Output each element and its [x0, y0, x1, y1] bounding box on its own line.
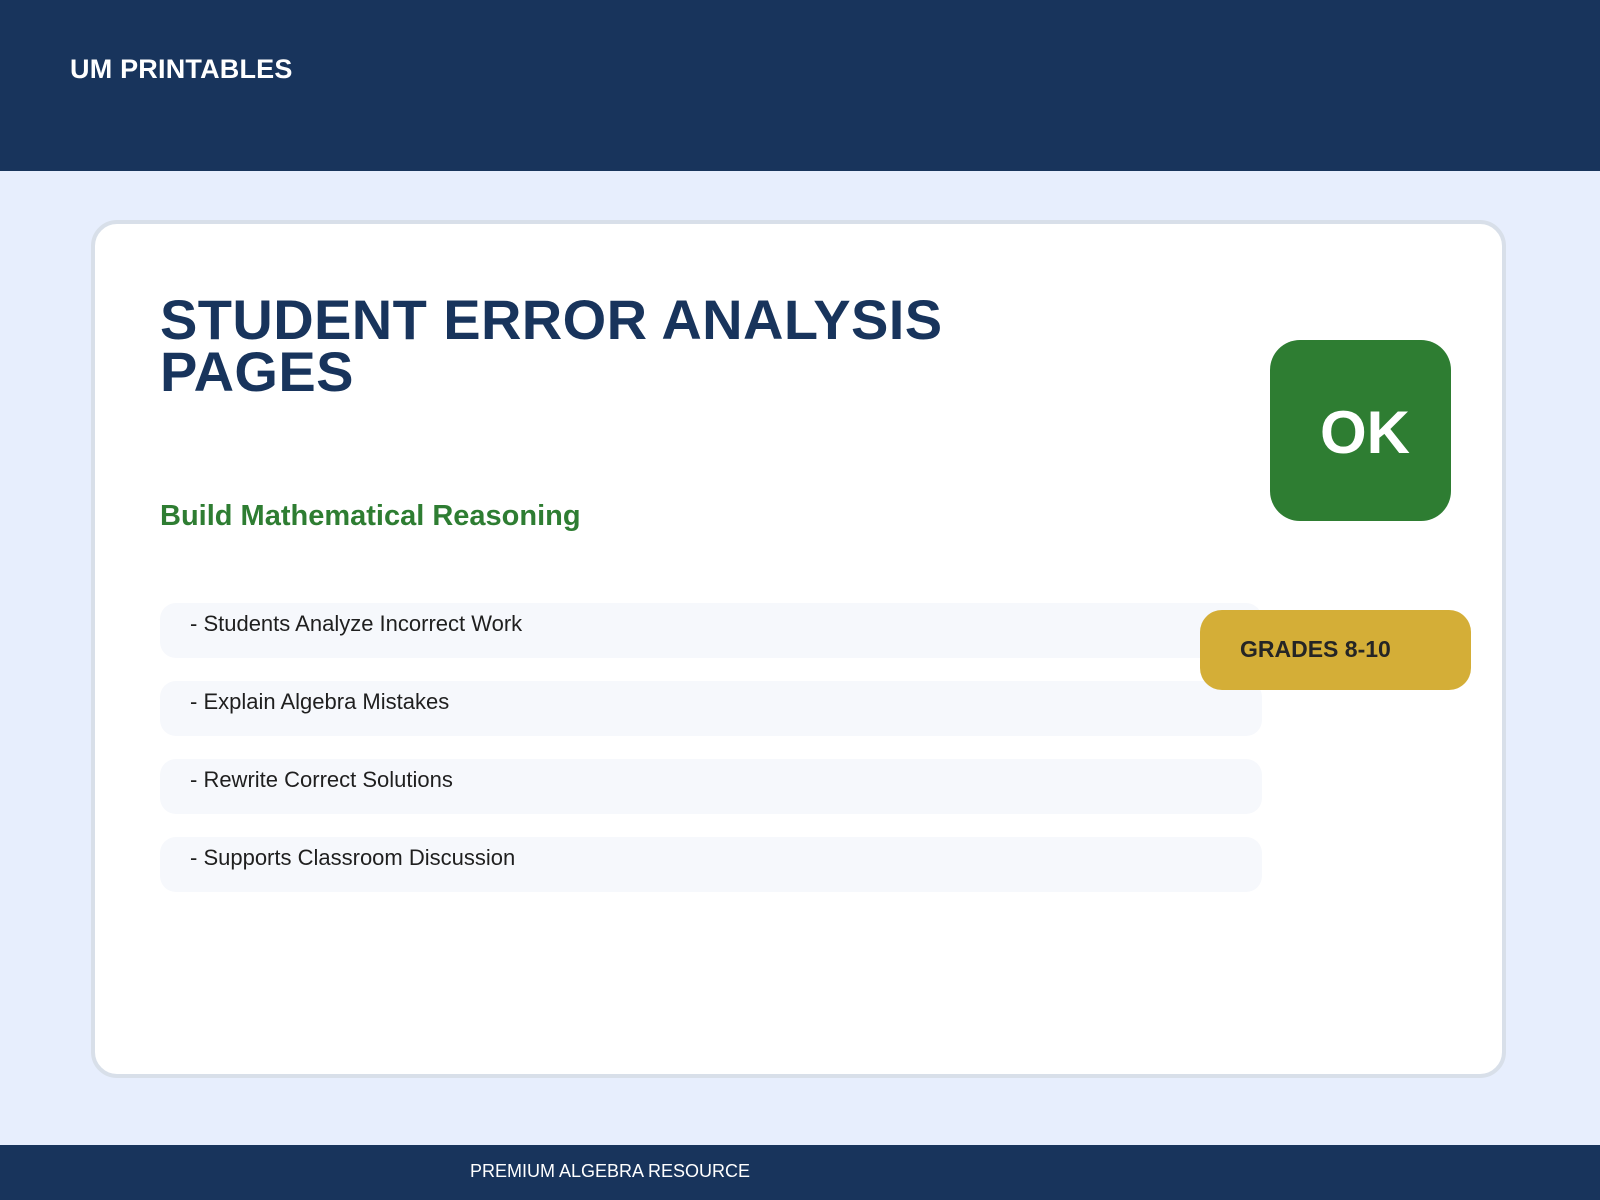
subtitle: Build Mathematical Reasoning — [160, 500, 581, 532]
feature-item: - Explain Algebra Mistakes — [160, 681, 1262, 736]
ok-badge: OK — [1270, 340, 1451, 521]
page-title: STUDENT ERROR ANALYSIS PAGES — [160, 288, 943, 403]
top-banner: UM PRINTABLES — [0, 0, 1600, 171]
brand-name: UM PRINTABLES — [70, 54, 293, 84]
footer-text: PREMIUM ALGEBRA RESOURCE — [470, 1161, 751, 1181]
feature-text: - Students Analyze Incorrect Work — [190, 611, 523, 636]
footer-banner: PREMIUM ALGEBRA RESOURCE — [0, 1145, 1600, 1200]
feature-text: - Rewrite Correct Solutions — [190, 767, 453, 792]
feature-text: - Explain Algebra Mistakes — [190, 689, 450, 714]
feature-list: - Students Analyze Incorrect Work - Expl… — [160, 603, 1262, 915]
feature-text: - Supports Classroom Discussion — [190, 845, 516, 870]
feature-item: - Students Analyze Incorrect Work — [160, 603, 1262, 658]
feature-item: - Rewrite Correct Solutions — [160, 759, 1262, 814]
grades-badge: GRADES 8-10 — [1200, 610, 1471, 690]
feature-item: - Supports Classroom Discussion — [160, 837, 1262, 892]
grades-badge-text: GRADES 8-10 — [1240, 636, 1391, 662]
ok-badge-text: OK — [1320, 399, 1410, 466]
